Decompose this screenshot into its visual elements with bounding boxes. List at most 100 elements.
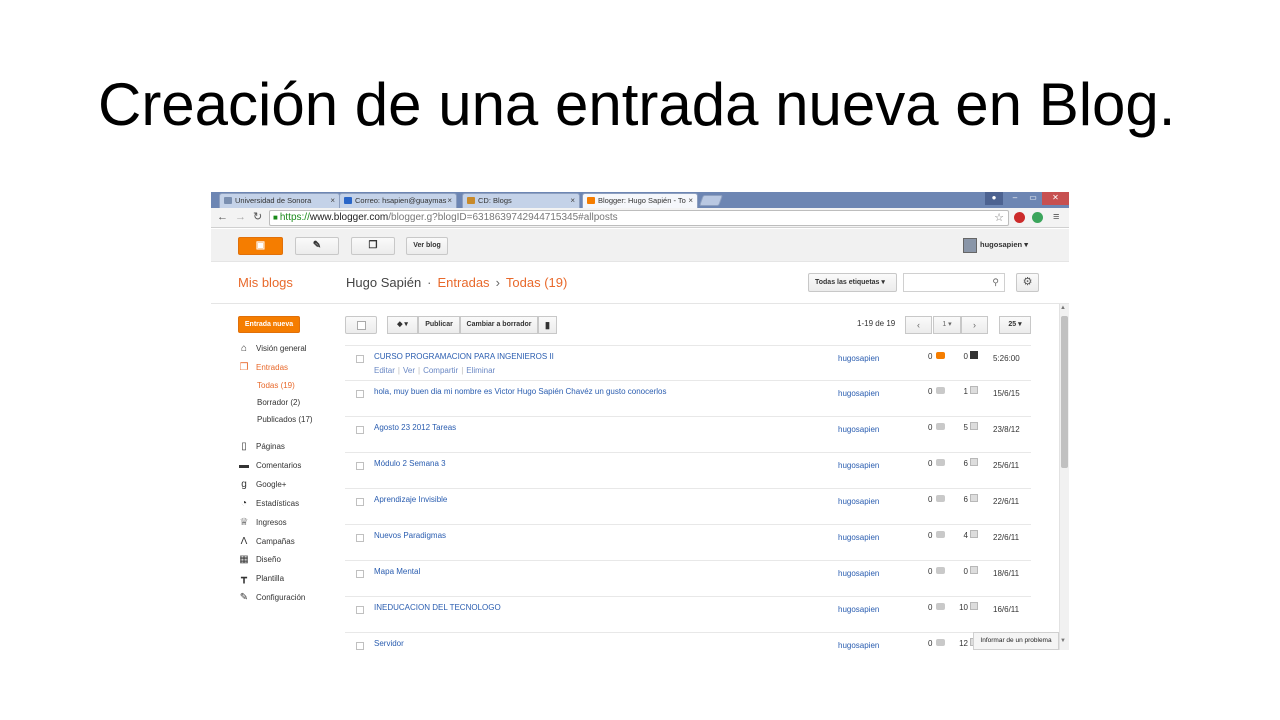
mis-blogs-link[interactable]: Mis blogs — [238, 275, 293, 290]
delete-link[interactable]: Eliminar — [466, 366, 495, 375]
sidebar-item-google-plus[interactable]: g Google+ — [238, 478, 286, 492]
row-checkbox[interactable] — [356, 498, 364, 506]
delete-button[interactable]: ▮ — [538, 316, 557, 334]
post-author[interactable]: hugosapien — [838, 389, 879, 398]
row-checkbox[interactable] — [356, 390, 364, 398]
sidebar-item-earnings[interactable]: ♕ Ingresos — [238, 516, 287, 530]
row-checkbox[interactable] — [356, 534, 364, 542]
new-post-pencil-button[interactable]: ✎ — [295, 237, 339, 255]
view-blog-button[interactable]: Ver blog — [406, 237, 448, 255]
extension-icon[interactable] — [1014, 212, 1025, 223]
post-date: 22/6/11 — [993, 497, 1020, 506]
scroll-down-icon[interactable]: ▼ — [1060, 638, 1066, 644]
forward-arrow-icon[interactable]: → — [235, 211, 246, 224]
new-tab-button[interactable] — [698, 195, 724, 206]
bookmark-star-icon[interactable]: ☆ — [994, 211, 1004, 225]
user-menu[interactable]: hugosapien ▾ — [963, 237, 1028, 253]
scrollbar-thumb[interactable] — [1061, 316, 1068, 468]
row-checkbox[interactable] — [356, 355, 364, 363]
sidebar-item-template[interactable]: ┳ Plantilla — [238, 572, 284, 586]
post-title-link[interactable]: CURSO PROGRAMACION PARA INGENIEROS II — [374, 352, 554, 361]
tab-correo[interactable]: Correo: hsapien@guaymas × — [339, 193, 457, 208]
breadcrumb-filter[interactable]: Todas (19) — [506, 275, 567, 290]
sidebar-item-campaigns[interactable]: Λ Campañas — [238, 535, 295, 549]
next-page-button[interactable]: › — [961, 316, 988, 334]
post-title-link[interactable]: Servidor — [374, 639, 404, 648]
post-title-link[interactable]: hola, muy buen dia mi nombre es Victor H… — [374, 387, 666, 396]
search-input[interactable]: ⚲ — [903, 273, 1005, 292]
tab-blogger[interactable]: Blogger: Hugo Sapién - To × — [582, 193, 698, 208]
post-author[interactable]: hugosapien — [838, 354, 879, 363]
sidebar-item-posts[interactable]: ❐ Entradas — [238, 361, 289, 375]
labels-dropdown[interactable]: Todas las etiquetas ▾ — [808, 273, 897, 292]
select-all-checkbox[interactable] — [345, 316, 377, 334]
row-checkbox[interactable] — [356, 570, 364, 578]
breadcrumb-blog-name[interactable]: Hugo Sapién — [346, 275, 421, 290]
sidebar-item-overview[interactable]: ⌂ Visión general — [238, 342, 307, 356]
page-select[interactable]: 1 ▾ — [933, 316, 961, 334]
close-window-button[interactable]: ✕ — [1042, 192, 1069, 205]
maximize-button[interactable]: ▭ — [1024, 192, 1042, 205]
prev-page-button[interactable]: ‹ — [905, 316, 932, 334]
sidebar-subitem-published[interactable]: Publicados (17) — [257, 413, 313, 427]
share-link[interactable]: Compartir — [423, 366, 458, 375]
row-checkbox[interactable] — [356, 462, 364, 470]
extension-icon[interactable] — [1032, 212, 1043, 223]
report-problem-button[interactable]: Informar de un problema — [973, 632, 1059, 650]
post-author[interactable]: hugosapien — [838, 533, 879, 542]
minimize-button[interactable]: – — [1006, 192, 1024, 205]
revert-to-draft-button[interactable]: Cambiar a borrador — [460, 316, 538, 334]
per-page-select[interactable]: 25 ▾ — [999, 316, 1031, 334]
menu-icon[interactable]: ≡ — [1053, 211, 1059, 224]
post-title-link[interactable]: Mapa Mental — [374, 567, 420, 576]
row-checkbox[interactable] — [356, 642, 364, 650]
row-checkbox[interactable] — [356, 606, 364, 614]
post-author[interactable]: hugosapien — [838, 641, 879, 650]
close-tab-icon[interactable]: × — [330, 196, 335, 205]
label-menu-button[interactable]: ◆ ▾ — [387, 316, 418, 334]
address-bar[interactable]: ■ https://www.blogger.com/blogger.g?blogI… — [269, 210, 1009, 226]
tab-unison[interactable]: Universidad de Sonora × — [219, 193, 340, 208]
post-author[interactable]: hugosapien — [838, 497, 879, 506]
posts-list-button[interactable]: ❐ — [351, 237, 395, 255]
post-title-link[interactable]: Módulo 2 Semana 3 — [374, 459, 446, 468]
sidebar-item-comments[interactable]: ▬ Comentarios — [238, 459, 301, 473]
post-title-link[interactable]: Agosto 23 2012 Tareas — [374, 423, 456, 432]
post-title-link[interactable]: Nuevos Paradigmas — [374, 531, 446, 540]
post-title-link[interactable]: INEDUCACION DEL TECNOLOGO — [374, 603, 501, 612]
comment-count: 0 — [928, 459, 933, 468]
scroll-up-icon[interactable]: ▲ — [1060, 305, 1066, 311]
view-count: 4 — [963, 531, 968, 540]
sidebar-item-settings[interactable]: ✎ Configuración — [238, 591, 306, 605]
blogger-logo-button[interactable]: ▣ — [238, 237, 283, 255]
sidebar-item-layout[interactable]: ▦ Diseño — [238, 553, 281, 567]
view-count: 1 — [963, 387, 968, 396]
close-tab-icon[interactable]: × — [688, 196, 693, 205]
breadcrumb-section[interactable]: Entradas — [438, 275, 490, 290]
sidebar-subitem-drafts[interactable]: Borrador (2) — [257, 396, 300, 410]
post-author[interactable]: hugosapien — [838, 605, 879, 614]
close-tab-icon[interactable]: × — [570, 196, 575, 205]
view-link[interactable]: Ver — [403, 366, 415, 375]
sidebar-item-pages[interactable]: ▯ Páginas — [238, 440, 285, 454]
search-icon[interactable]: ⚲ — [992, 277, 999, 288]
lock-icon: ■ — [273, 213, 278, 222]
table-row: CURSO PROGRAMACION PARA INGENIEROS II Ed… — [345, 345, 1031, 381]
publish-button[interactable]: Publicar — [418, 316, 460, 334]
post-author[interactable]: hugosapien — [838, 461, 879, 470]
post-author[interactable]: hugosapien — [838, 569, 879, 578]
settings-gear-button[interactable]: ⚙ — [1016, 273, 1039, 292]
post-title-link[interactable]: Aprendizaje Invisible — [374, 495, 447, 504]
tab-cd-blogs[interactable]: CD: Blogs × — [462, 193, 580, 208]
post-author[interactable]: hugosapien — [838, 425, 879, 434]
new-post-button[interactable]: Entrada nueva — [238, 316, 300, 333]
user-profile-icon[interactable]: ● — [985, 192, 1003, 205]
edit-link[interactable]: Editar — [374, 366, 395, 375]
reload-icon[interactable]: ↻ — [253, 211, 262, 224]
sidebar-subitem-all[interactable]: Todas (19) — [257, 379, 295, 393]
row-checkbox[interactable] — [356, 426, 364, 434]
table-row: hola, muy buen dia mi nombre es Victor H… — [345, 380, 1031, 416]
back-arrow-icon[interactable]: ← — [217, 211, 228, 224]
close-tab-icon[interactable]: × — [447, 196, 452, 205]
sidebar-item-stats[interactable]: ◔ Estadísticas — [238, 497, 299, 511]
